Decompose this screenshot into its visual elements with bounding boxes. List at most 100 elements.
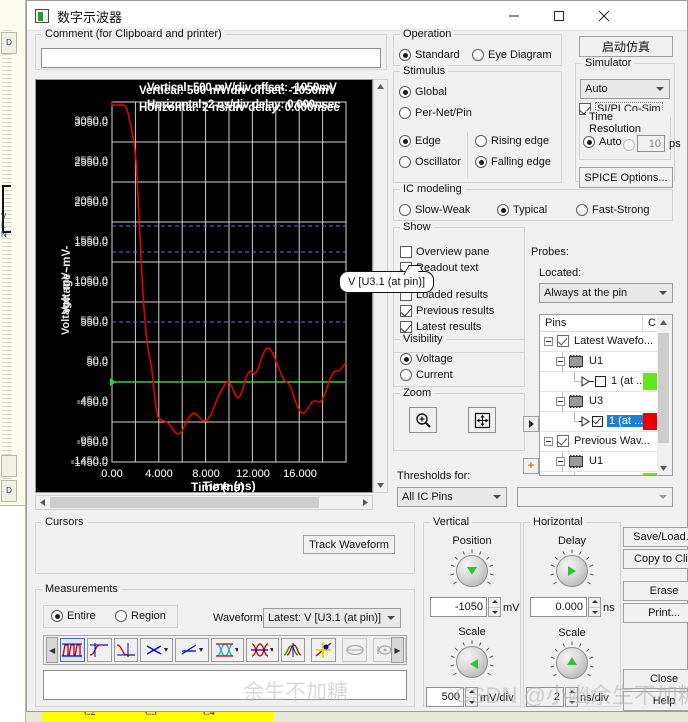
plot-hscrollbar[interactable] [35, 495, 373, 510]
plot-scroll-up-icon[interactable] [374, 80, 387, 93]
vertical-position-knob[interactable] [450, 549, 494, 593]
table-row[interactable]: U1 [540, 452, 672, 472]
plot-scroll-right-icon[interactable] [359, 496, 372, 509]
toolbar-prev-button[interactable]: ◀ [46, 637, 59, 663]
tree-scroll-up-icon[interactable] [657, 316, 670, 329]
oscilloscope-plot[interactable]: Vertical: 500 mV/div offset: -1050mV Hor… [35, 79, 373, 494]
radio-rising-edge[interactable]: Rising edge [475, 135, 549, 147]
radio-slow-weak[interactable]: Slow-Weak [399, 204, 470, 216]
radio-region[interactable]: Region [115, 610, 166, 622]
thresholds-value-select[interactable] [517, 487, 673, 507]
measure-rise-icon[interactable] [86, 638, 112, 662]
radio-typical[interactable]: Typical [497, 204, 547, 216]
zoom-in-icon[interactable] [409, 407, 437, 433]
background-tab-mid[interactable] [1, 455, 17, 477]
table-row[interactable]: U3 [540, 392, 672, 412]
table-row[interactable]: 1 (at ... [540, 412, 672, 432]
radio-current[interactable]: Current [400, 369, 453, 381]
table-row[interactable]: 1 (at ... [540, 372, 672, 392]
radio-voltage[interactable]: Voltage [400, 353, 453, 365]
close-button-action[interactable]: Close [623, 669, 688, 689]
radio-entire[interactable]: Entire [51, 610, 96, 622]
expander-icon[interactable] [544, 337, 553, 346]
simulator-select[interactable]: Auto [580, 79, 670, 99]
save-load-button[interactable]: Save/Load... [623, 527, 688, 547]
table-row[interactable]: Latest Wavefo... [540, 332, 672, 352]
vertical-position-spinner[interactable] [488, 597, 501, 617]
check-overview-pane[interactable]: Overview pane [400, 246, 489, 258]
maximize-button[interactable] [536, 1, 581, 30]
measure-overshoot-icon[interactable] [60, 638, 85, 662]
minimize-button[interactable] [491, 1, 536, 30]
copy-to-clip-button[interactable]: Copy to Clip [623, 549, 688, 569]
print-button[interactable]: Print... [623, 603, 688, 623]
measure-crosstalk-icon[interactable] [280, 638, 306, 662]
measure-delay-icon[interactable] [140, 638, 174, 662]
expander-icon[interactable] [544, 437, 553, 446]
radio-eye-diagram[interactable]: Eye Diagram [472, 49, 552, 61]
horizontal-delay-knob[interactable] [550, 549, 594, 593]
pins-tree-scrollbar[interactable] [657, 315, 672, 475]
pins-tree[interactable]: Pins C Latest Wavefo... U1 1 (at ... U3 … [539, 314, 673, 476]
toolbar-next-button[interactable]: ▶ [391, 637, 404, 663]
track-waveform-button[interactable]: Track Waveform [303, 535, 395, 554]
radio-time-res-auto[interactable]: Auto [583, 136, 622, 148]
zoom-fit-icon[interactable] [468, 407, 496, 433]
horizontal-scale-input[interactable]: 2 [526, 687, 564, 707]
horizontal-scale-spinner[interactable] [565, 687, 578, 707]
radio-edge[interactable]: Edge [399, 135, 441, 147]
add-threshold-button[interactable]: + [523, 458, 539, 474]
measure-skew-icon[interactable] [175, 638, 209, 662]
pin-state-box[interactable] [592, 415, 603, 427]
pin-state-box[interactable] [595, 376, 606, 387]
background-tab-lower[interactable]: D [1, 480, 17, 502]
horizontal-delay-spinner[interactable] [588, 597, 601, 617]
table-row[interactable]: Previous Wav... [540, 432, 672, 452]
chip-icon [569, 455, 583, 468]
expander-icon[interactable] [556, 457, 565, 466]
waveform-select[interactable]: Latest: V [U3.1 (at pin)] [263, 608, 401, 628]
comment-input[interactable] [41, 48, 381, 68]
row-checkbox[interactable] [557, 435, 569, 447]
erase-button[interactable]: Erase [623, 581, 688, 601]
radio-per-net-pin[interactable]: Per-Net/Pin [399, 107, 472, 119]
vertical-scale-knob[interactable] [450, 640, 494, 684]
table-row[interactable]: 1 (at ... [540, 472, 672, 475]
background-tab-top[interactable]: D [1, 32, 17, 54]
radio-oscillator[interactable]: Oscillator [399, 156, 461, 168]
measure-eye-width-icon[interactable] [245, 638, 279, 662]
spice-options-button[interactable]: SPICE Options... [579, 167, 673, 188]
radio-fast-strong[interactable]: Fast-Strong [576, 204, 649, 216]
expand-right-button[interactable] [523, 416, 539, 432]
horizontal-scale-knob[interactable] [550, 641, 594, 685]
tree-scroll-down-icon[interactable] [657, 462, 670, 475]
radio-time-res-manual[interactable] [623, 139, 635, 151]
measure-marker-icon[interactable] [311, 638, 337, 662]
run-simulation-button[interactable]: 启动仿真 [579, 36, 673, 57]
vertical-position-input[interactable]: -1050 [430, 597, 487, 617]
table-row[interactable]: U1 [540, 352, 672, 372]
tree-scroll-thumb[interactable] [658, 333, 669, 443]
measurement-toolbar[interactable]: ◀ ▶ [43, 635, 407, 665]
radio-global[interactable]: Global [399, 86, 447, 98]
thresholds-select[interactable]: All IC Pins [397, 487, 507, 507]
plot-scroll-down-icon[interactable] [374, 479, 387, 492]
vertical-scale-input[interactable]: 500 [426, 687, 464, 707]
radio-standard[interactable]: Standard [399, 49, 460, 61]
time-resolution-input[interactable]: 10 [637, 135, 665, 152]
check-previous-results[interactable]: Previous results [400, 305, 494, 317]
row-checkbox[interactable] [557, 335, 569, 347]
vertical-scale-spinner[interactable] [465, 687, 478, 707]
measure-fall-icon[interactable] [113, 638, 139, 662]
plot-hscroll-thumb[interactable] [50, 497, 319, 508]
expander-icon[interactable] [556, 357, 565, 366]
plot-scroll-left-icon[interactable] [36, 496, 49, 509]
radio-falling-edge[interactable]: Falling edge [475, 156, 551, 168]
expander-icon[interactable] [556, 397, 565, 406]
close-button[interactable] [581, 1, 626, 30]
help-button[interactable]: Help [623, 691, 688, 711]
measure-eye-height-icon[interactable] [210, 638, 244, 662]
horizontal-delay-input[interactable]: 0.000 [530, 597, 587, 617]
check-latest-results[interactable]: Latest results [400, 321, 481, 333]
probes-located-select[interactable]: Always at the pin [539, 283, 673, 303]
